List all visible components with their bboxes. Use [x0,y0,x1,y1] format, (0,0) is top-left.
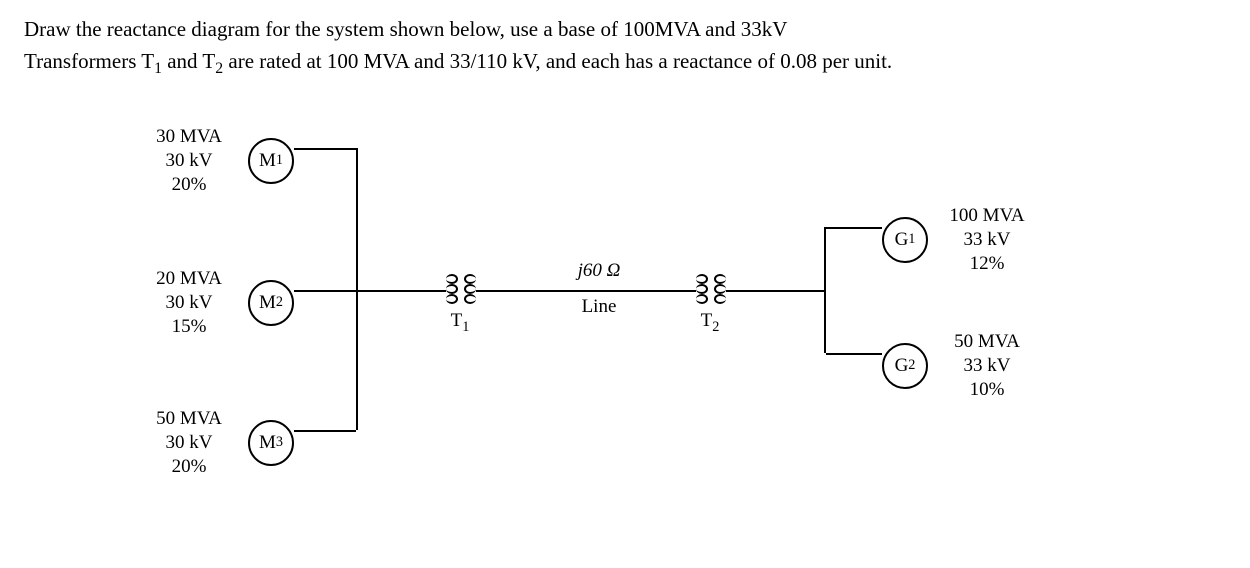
g1-ratings: 100 MVA 33 kV 12% [942,204,1032,275]
problem-text: Draw the reactance diagram for the syste… [24,14,1226,80]
right-bus-line [824,227,826,353]
g2-lead [826,353,882,355]
left-bus-line [356,148,358,430]
g2-circle-icon: G2 [882,343,928,389]
g2-ratings: 50 MVA 33 kV 10% [942,330,1032,401]
machine-m2: 20 MVA 30 kV 15% M2 [144,267,294,338]
g1-lead [826,227,882,229]
m3-circle-icon: M3 [248,420,294,466]
line-label: Line [574,296,624,318]
m3-ratings: 50 MVA 30 kV 20% [144,407,234,478]
line-impedance: j60 Ω [564,260,634,282]
transformer-t1-icon: T1 [446,274,476,304]
m1-circle-icon: M1 [248,138,294,184]
m3-lead [294,430,356,432]
one-line-diagram: 30 MVA 30 kV 20% M1 20 MVA 30 kV 15% M2 … [144,120,1144,540]
m1-ratings: 30 MVA 30 kV 20% [144,125,234,196]
m2-ratings: 20 MVA 30 kV 15% [144,267,234,338]
machine-m3: 50 MVA 30 kV 20% M3 [144,407,294,478]
transformer-t2-icon: T2 [696,274,726,304]
machine-m1: 30 MVA 30 kV 20% M1 [144,125,294,196]
m2-circle-icon: M2 [248,280,294,326]
bus-to-t1 [358,290,446,292]
prompt-line1: Draw the reactance diagram for the syste… [24,17,787,41]
t1-label: T1 [446,310,474,336]
t1-to-line [476,290,696,292]
t2-label: T2 [696,310,724,336]
machine-g1: G1 100 MVA 33 kV 12% [882,204,1032,275]
m1-lead [294,148,356,150]
machine-g2: G2 50 MVA 33 kV 10% [882,330,1032,401]
t2-to-bus [726,290,824,292]
g1-circle-icon: G1 [882,217,928,263]
m2-lead [294,290,356,292]
